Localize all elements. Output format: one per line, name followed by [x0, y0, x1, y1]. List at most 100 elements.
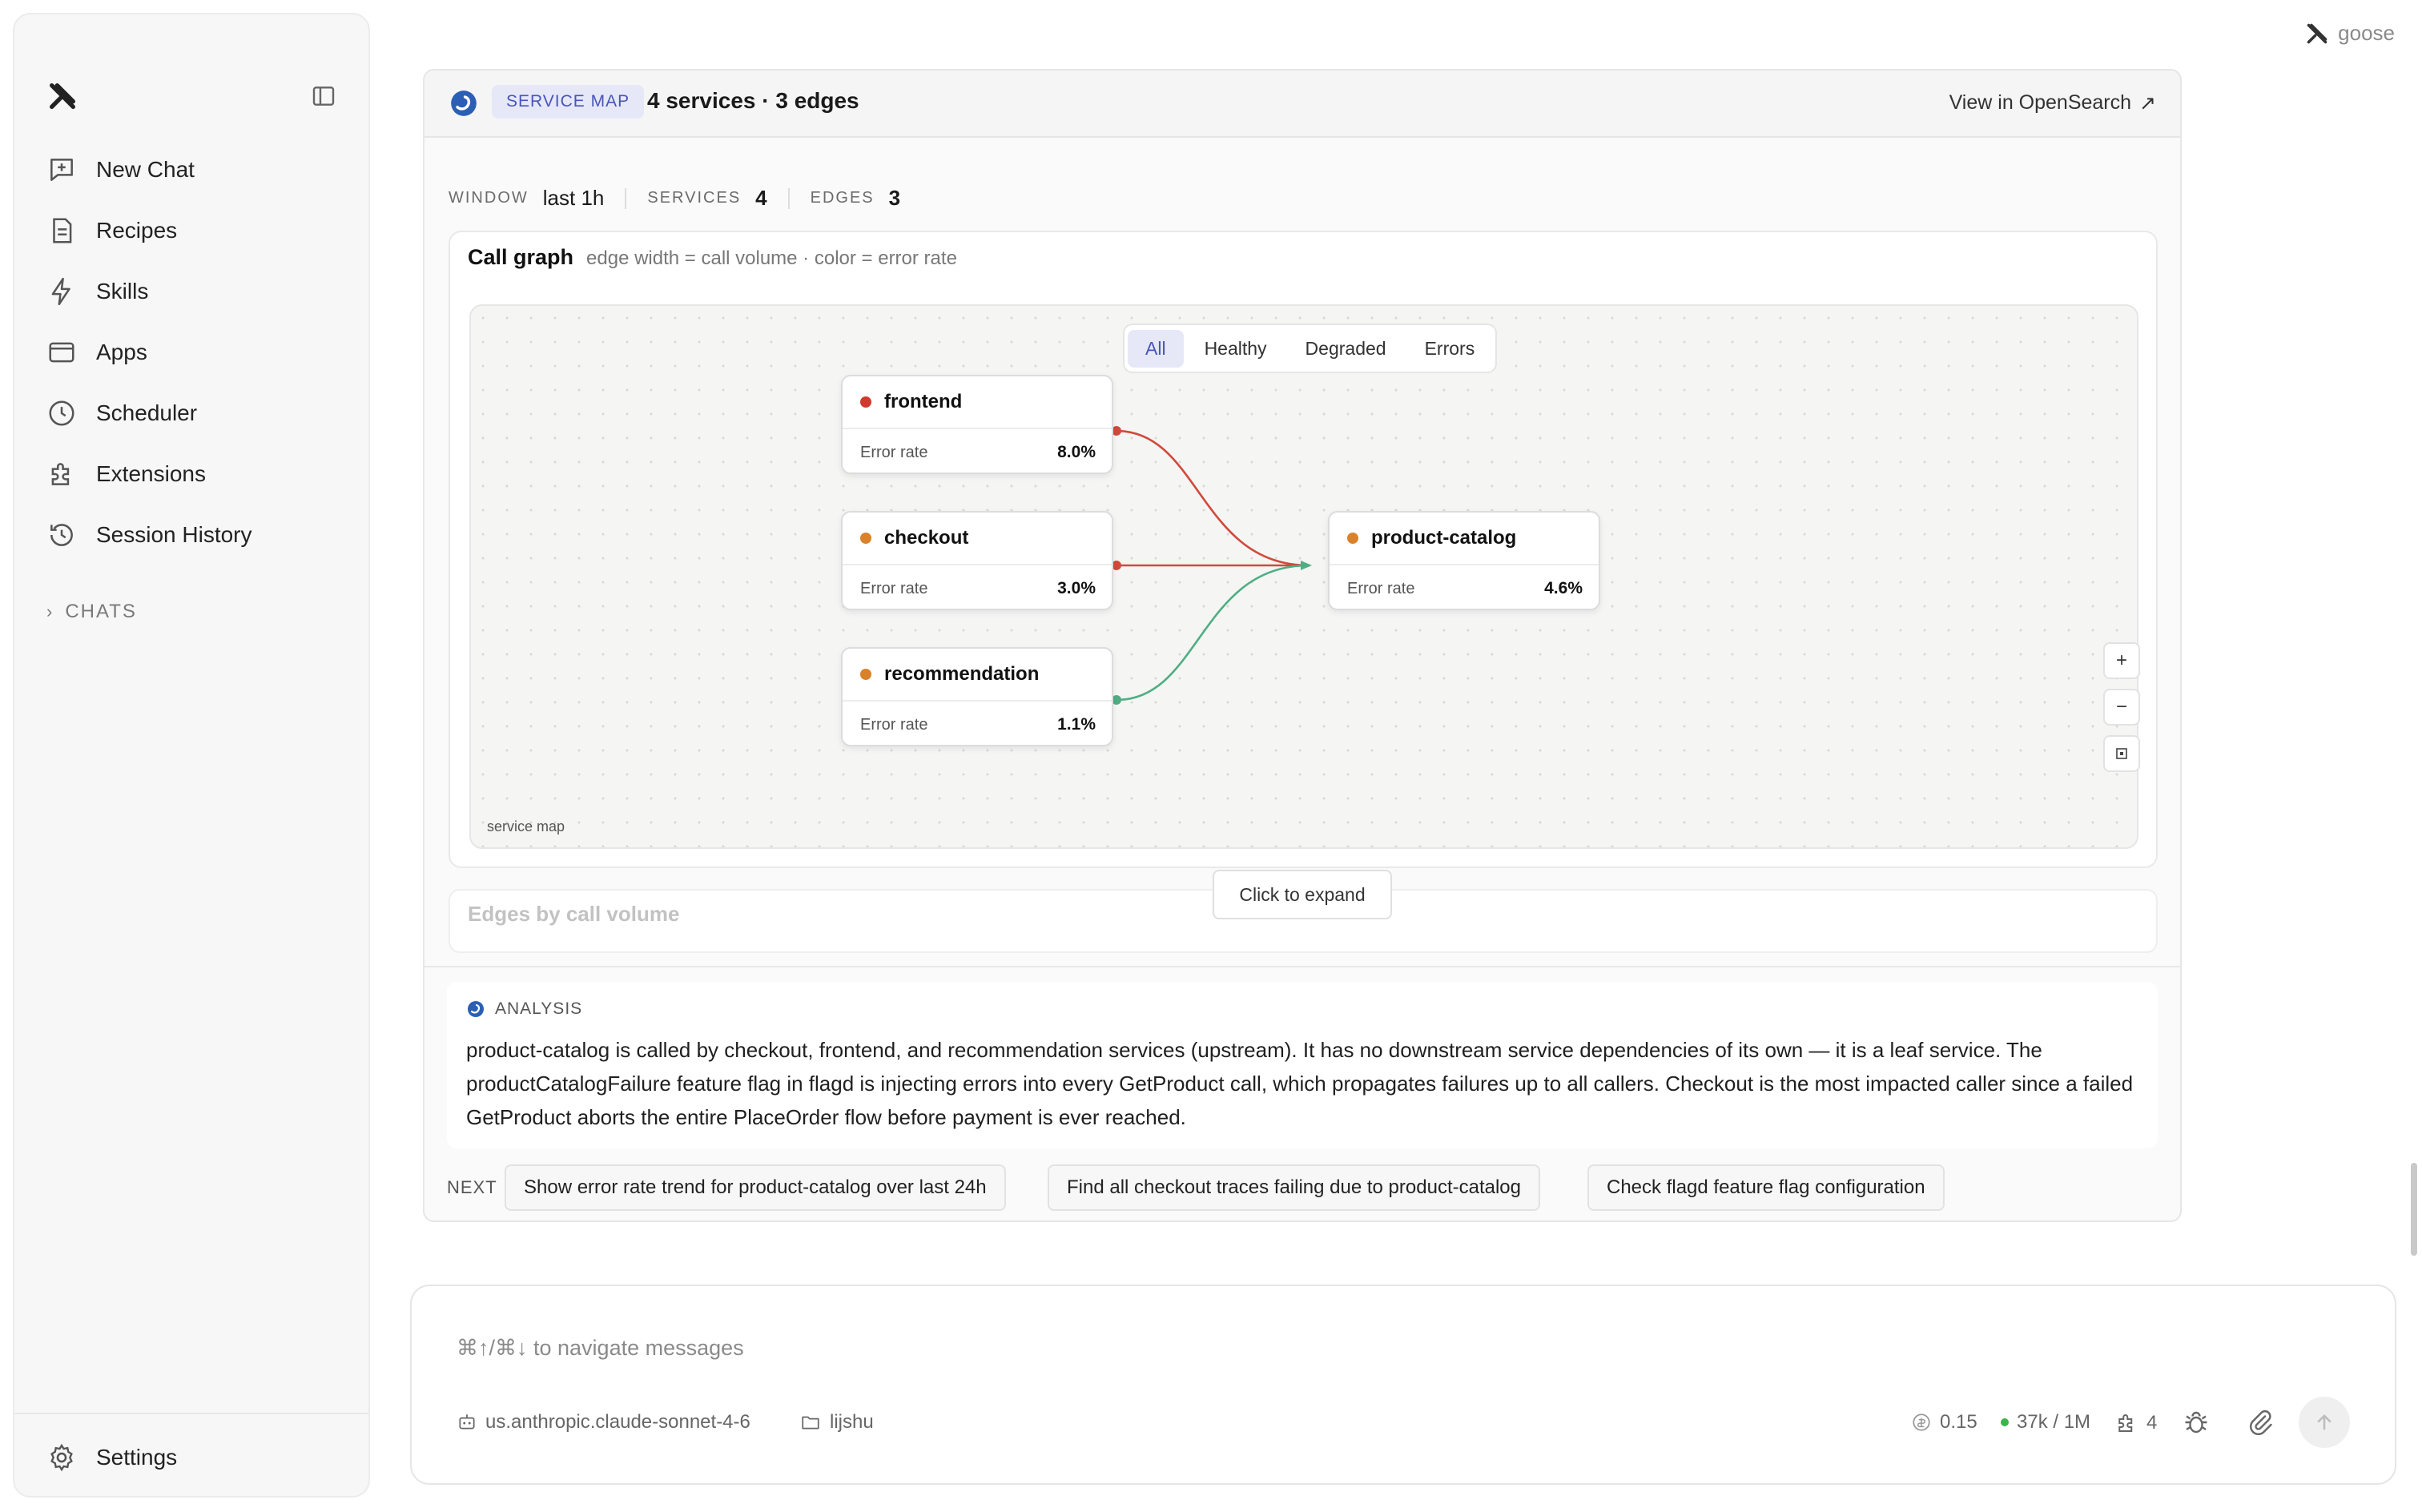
- sidebar-item-skills[interactable]: Skills: [46, 267, 148, 316]
- error-rate-value: 8.0%: [1057, 443, 1096, 461]
- service-node-frontend[interactable]: frontend Error rate 8.0%: [841, 375, 1113, 474]
- extensions-count-button[interactable]: 4: [2114, 1411, 2157, 1435]
- sidebar-item-scheduler[interactable]: Scheduler: [46, 389, 197, 437]
- service-name: frontend: [884, 391, 963, 412]
- service-name: checkout: [884, 527, 969, 549]
- context-usage-indicator[interactable]: 37k / 1M: [2001, 1411, 2090, 1434]
- stat-window-label: WINDOW: [449, 189, 529, 207]
- error-rate-label: Error rate: [860, 579, 928, 597]
- new-chat-icon: [50, 159, 73, 181]
- edges-section-title: Edges by call volume: [468, 902, 680, 926]
- suggestion-chip-flagd-config[interactable]: Check flagd feature flag configuration: [1587, 1164, 1945, 1211]
- call-graph-subtitle: edge width = call volume · color = error…: [586, 247, 957, 269]
- error-rate-label: Error rate: [860, 443, 928, 461]
- service-node-product-catalog[interactable]: product-catalog Error rate 4.6%: [1328, 511, 1600, 610]
- status-dot: [2001, 1418, 2009, 1426]
- view-link-label: View in OpenSearch: [1949, 91, 2132, 114]
- opensearch-logo-icon: [468, 1001, 484, 1017]
- sidebar-item-session-history[interactable]: Session History: [46, 511, 252, 559]
- chats-section-toggle[interactable]: › CHATS: [46, 601, 137, 623]
- view-in-opensearch-link[interactable]: View in OpenSearch ↗: [1949, 91, 2156, 115]
- clock-icon: [49, 400, 74, 426]
- stat-edges-label: EDGES: [810, 189, 875, 207]
- service-edges: [1112, 426, 1312, 705]
- puzzle-icon: [2118, 1414, 2133, 1432]
- zoom-out-button[interactable]: −: [2103, 689, 2140, 726]
- sidebar-item-label: Skills: [96, 279, 149, 304]
- app-brand: goose: [2306, 21, 2395, 46]
- sidebar-item-new-chat[interactable]: New Chat: [46, 146, 195, 194]
- model-selector[interactable]: us.anthropic.claude-sonnet-4-6: [457, 1411, 750, 1434]
- call-graph-panel: Call graph edge width = call volume · co…: [449, 231, 2158, 868]
- error-rate-value: 1.1%: [1057, 715, 1096, 734]
- sidebar-item-apps[interactable]: Apps: [46, 328, 147, 376]
- fit-view-button[interactable]: [2103, 735, 2140, 772]
- canvas-caption: service map: [487, 818, 565, 834]
- robot-icon: [459, 1414, 475, 1430]
- status-dot: [860, 533, 871, 544]
- chevron-right-icon: ›: [46, 601, 54, 621]
- stat-window-value: last 1h: [542, 186, 605, 210]
- paperclip-icon[interactable]: [2246, 1408, 2275, 1437]
- extensions-count: 4: [2146, 1412, 2158, 1434]
- stat-services-label: SERVICES: [647, 189, 742, 207]
- sidebar-item-label: Session History: [96, 522, 252, 547]
- message-input[interactable]: ⌘↑/⌘↓ to navigate messages: [457, 1336, 744, 1361]
- scrollbar-thumb[interactable]: [2411, 1163, 2417, 1256]
- chats-label: CHATS: [65, 601, 137, 622]
- analysis-label: ANALYSIS: [495, 999, 583, 1018]
- service-map-badge: SERVICE MAP: [492, 85, 645, 119]
- cost-indicator[interactable]: 0.15: [1911, 1411, 1977, 1434]
- sidebar-item-settings[interactable]: Settings: [46, 1434, 177, 1482]
- recipes-icon: [53, 218, 72, 243]
- suggestion-chip-error-trend[interactable]: Show error rate trend for product-catalo…: [505, 1164, 1006, 1211]
- send-button[interactable]: [2299, 1397, 2350, 1448]
- puzzle-icon: [51, 463, 70, 485]
- model-name: us.anthropic.claude-sonnet-4-6: [485, 1411, 750, 1433]
- service-node-recommendation[interactable]: recommendation Error rate 1.1%: [841, 647, 1113, 746]
- sidebar-toggle-icon[interactable]: [311, 83, 336, 109]
- external-link-icon: ↗: [2139, 92, 2156, 115]
- sidebar-item-label: Scheduler: [96, 400, 198, 425]
- error-rate-value: 4.6%: [1544, 579, 1583, 597]
- gear-icon: [50, 1443, 73, 1472]
- next-label: NEXT: [447, 1177, 497, 1197]
- analysis-panel: ANALYSIS product-catalog is called by ch…: [447, 982, 2158, 1148]
- stat-edges-value: 3: [888, 186, 901, 210]
- edge-frontend-product-catalog: [1116, 429, 1310, 567]
- folder-selector[interactable]: lijshu: [799, 1411, 874, 1434]
- sidebar-item-recipes[interactable]: Recipes: [46, 207, 177, 255]
- sidebar: New Chat Recipes Skills Apps Scheduler E…: [13, 13, 370, 1498]
- card-title: 4 services · 3 edges: [647, 88, 859, 113]
- service-map-canvas[interactable]: All Healthy Degraded Errors frontend Err…: [469, 304, 2140, 849]
- call-graph-title: Call graph: [468, 245, 574, 269]
- suggestion-chip-checkout-traces[interactable]: Find all checkout traces failing due to …: [1048, 1164, 1540, 1211]
- service-name: product-catalog: [1371, 527, 1517, 549]
- goose-logo-icon: [2307, 23, 2327, 43]
- sidebar-item-extensions[interactable]: Extensions: [46, 450, 206, 498]
- edge-recommendation-product-catalog: [1116, 564, 1310, 702]
- analysis-text: product-catalog is called by checkout, f…: [466, 1038, 2134, 1129]
- history-icon: [50, 524, 73, 546]
- service-name: recommendation: [884, 663, 1040, 685]
- app-name: goose: [2338, 21, 2395, 45]
- edge-arrowhead: [1301, 561, 1312, 570]
- bolt-icon: [51, 277, 70, 306]
- status-dot: [1347, 533, 1358, 544]
- error-rate-value: 3.0%: [1057, 579, 1096, 597]
- context-usage-value: 37k / 1M: [2017, 1411, 2091, 1433]
- error-rate-label: Error rate: [860, 715, 928, 734]
- stat-services-value: 4: [755, 186, 767, 210]
- bug-icon[interactable]: [2182, 1408, 2211, 1437]
- sidebar-item-label: Recipes: [96, 218, 178, 243]
- arrow-up-icon: [2317, 1414, 2331, 1430]
- card-header: SERVICE MAP 4 services · 3 edges View in…: [424, 70, 2180, 138]
- zoom-in-button[interactable]: +: [2103, 642, 2140, 679]
- message-composer: ⌘↑/⌘↓ to navigate messages us.anthropic.…: [410, 1285, 2396, 1485]
- stats-row: WINDOW last 1h SERVICES 4 EDGES 3: [449, 186, 900, 211]
- service-node-checkout[interactable]: checkout Error rate 3.0%: [841, 511, 1113, 610]
- fit-view-icon: [2116, 748, 2127, 759]
- click-to-expand-button[interactable]: Click to expand: [1213, 870, 1392, 919]
- goose-logo-icon[interactable]: [46, 80, 78, 112]
- status-dot: [860, 396, 871, 408]
